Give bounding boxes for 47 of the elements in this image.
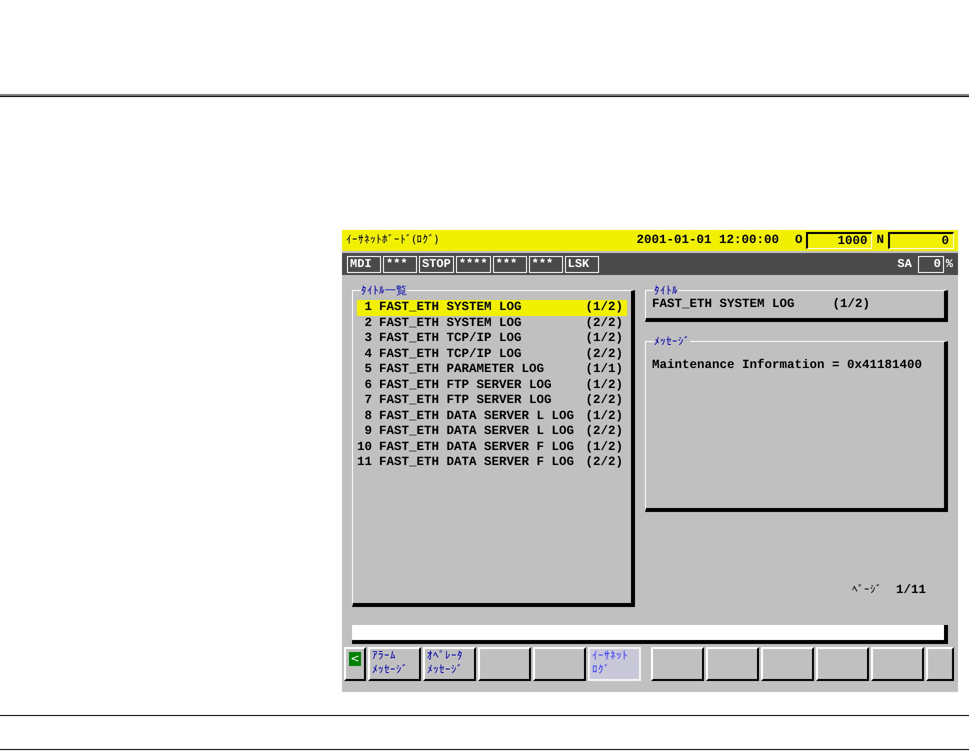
blank-soft-key[interactable] <box>478 647 531 681</box>
message-text: Maintenance Information = 0x41181400 <box>651 358 922 372</box>
log-row[interactable]: 7 FAST_ETH FTP SERVER LOG (2/2) <box>357 393 627 408</box>
panel-title: ﾒｯｾｰｼﾞ <box>654 336 690 347</box>
next-key[interactable] <box>926 647 954 681</box>
blank-soft-key[interactable] <box>816 647 869 681</box>
selected-title: FAST_ETH SYSTEM LOG <box>652 296 795 312</box>
o-value: 1000 <box>806 232 872 249</box>
screen-title: ｲｰｻﾈｯﾄﾎﾞｰﾄﾞ(ﾛｸﾞ) <box>346 232 439 248</box>
log-row[interactable]: 2 FAST_ETH SYSTEM LOG (2/2) <box>357 316 627 331</box>
log-row[interactable]: 11 FAST_ETH DATA SERVER F LOG (2/2) <box>357 455 627 470</box>
soft-key[interactable]: ｵﾍﾟﾚｰﾀ ﾒｯｾｰｼﾞ <box>423 647 476 681</box>
blank-soft-key[interactable] <box>651 647 704 681</box>
status-item: STOP <box>419 256 454 272</box>
log-row[interactable]: 5 FAST_ETH PARAMETER LOG (1/1) <box>357 362 627 378</box>
n-label: N <box>876 232 884 250</box>
soft-key[interactable]: ｲｰｻﾈｯﾄ ﾛｸﾞ <box>588 647 641 681</box>
panel-title: ﾀｲﾄﾙ <box>654 285 678 296</box>
log-row[interactable]: 9 FAST_ETH DATA SERVER L LOG (2/2) <box>357 424 627 440</box>
back-key[interactable]: < <box>344 647 366 681</box>
soft-key[interactable]: ｱﾗｰﾑ ﾒｯｾｰｼﾞ <box>368 647 421 681</box>
o-label: O <box>794 232 802 250</box>
log-row[interactable]: 6 FAST_ETH FTP SERVER LOG (1/2) <box>357 378 627 393</box>
blank-soft-key[interactable] <box>533 647 586 681</box>
date-time: 2001-01-01 12:00:00 <box>636 232 779 250</box>
panel-title: ﾀｲﾄﾙ一覧 <box>361 285 407 296</box>
blank-soft-key[interactable] <box>871 647 924 681</box>
percent-sign: % <box>946 256 953 273</box>
sa-label: SA <box>897 256 912 273</box>
page-label: ﾍﾟｰｼﾞ <box>852 582 882 598</box>
status-item: MDI <box>347 256 381 272</box>
log-row[interactable]: 10 FAST_ETH DATA SERVER F LOG (1/2) <box>357 440 627 455</box>
page-number: 1/11 <box>896 582 926 600</box>
selected-page: (1/2) <box>832 296 870 312</box>
log-row[interactable]: 3 FAST_ETH TCP/IP LOG (1/2) <box>357 331 627 346</box>
status-item: *** <box>492 256 527 272</box>
log-row[interactable]: 1 FAST_ETH SYSTEM LOG (1/2) <box>357 300 627 316</box>
blank-soft-key[interactable] <box>761 647 814 681</box>
sa-value: 0 <box>918 256 944 272</box>
status-item: *** <box>528 256 563 272</box>
log-row[interactable]: 4 FAST_ETH TCP/IP LOG (2/2) <box>357 346 627 362</box>
status-item: **** <box>456 256 491 272</box>
blank-soft-key[interactable] <box>706 647 759 681</box>
n-value: 0 <box>888 232 954 249</box>
status-item: *** <box>383 256 417 272</box>
status-item: LSK <box>564 256 599 272</box>
log-row[interactable]: 8 FAST_ETH DATA SERVER L LOG (1/2) <box>357 408 627 424</box>
